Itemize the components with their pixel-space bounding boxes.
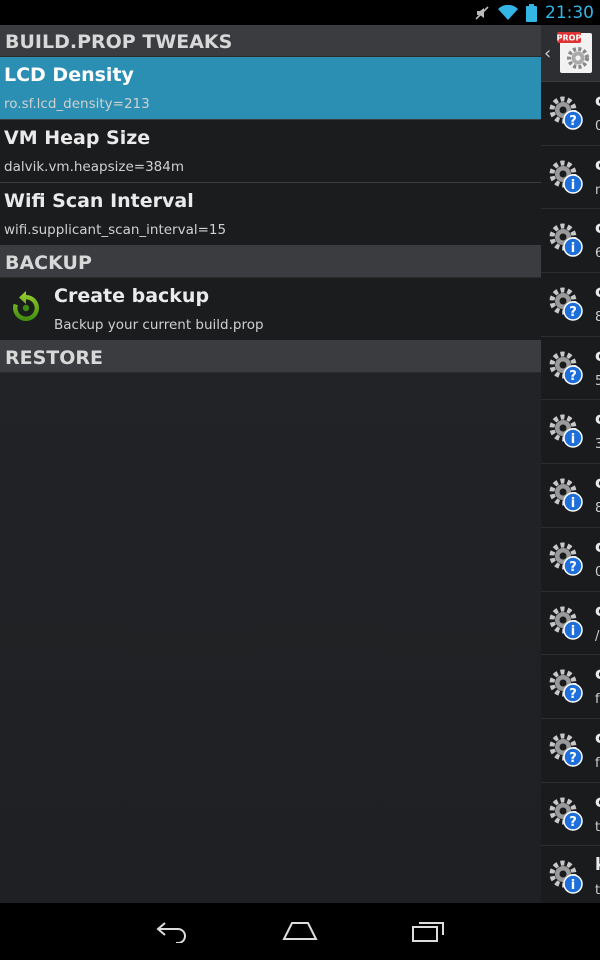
list-item-wifi-scan-interval[interactable]: Wifi Scan Interval wifi.supplicant_scan_… [0, 183, 541, 246]
item-title: Wifi Scan Interval [4, 190, 194, 212]
item-title: VM Heap Size [4, 127, 151, 149]
list-item[interactable]: i kt [541, 846, 600, 910]
svg-text:?: ? [569, 687, 577, 702]
status-bar: 21:30 [0, 0, 600, 25]
prop-gear-icon[interactable]: PROP [557, 30, 595, 79]
gear-info-icon: i [549, 222, 583, 263]
status-time: 21:30 [545, 2, 594, 23]
svg-text:?: ? [569, 114, 577, 129]
row-title: c [595, 409, 600, 429]
gear-info-icon: i [549, 159, 583, 200]
row-title: c [595, 218, 600, 238]
row-title: c [595, 601, 600, 621]
item-subtitle: wifi.supplicant_scan_interval=15 [4, 222, 227, 238]
row-title: c [595, 537, 600, 557]
row-subtitle: 6 [595, 246, 600, 262]
section-header-backup: BACKUP [0, 246, 541, 278]
row-subtitle: t [595, 819, 600, 835]
gear-question-icon: ? [549, 796, 583, 837]
home-icon[interactable] [282, 919, 318, 948]
no-sound-icon [474, 5, 490, 21]
list-item[interactable]: i c / [541, 591, 600, 656]
section-header-build-prop-tweaks: BUILD.PROP TWEAKS [0, 25, 541, 57]
list-item[interactable]: ? cf [541, 718, 600, 783]
recents-icon[interactable] [411, 919, 445, 948]
list-item[interactable]: ? c 8 [541, 273, 600, 337]
battery-icon [526, 3, 537, 22]
row-subtitle: 8 [595, 501, 600, 517]
list-item[interactable]: i c 3 [541, 400, 600, 465]
list-item[interactable]: ? cf [541, 655, 600, 719]
gear-info-icon: i [549, 605, 583, 646]
row-title: c [595, 792, 600, 812]
row-subtitle: f [595, 755, 600, 771]
list-item[interactable]: ? c 5 [541, 336, 600, 401]
item-subtitle: dalvik.vm.heapsize=384m [4, 159, 184, 175]
gear-question-icon: ? [549, 286, 583, 327]
row-title: c [595, 155, 600, 175]
svg-text:?: ? [569, 369, 577, 384]
row-title: c [595, 346, 600, 366]
row-subtitle: t [595, 883, 600, 899]
gear-info-icon: i [549, 859, 583, 900]
list-item[interactable]: i c 8 [541, 464, 600, 528]
gear-question-icon: ? [549, 668, 583, 709]
row-title: c [595, 664, 600, 684]
svg-text:i: i [571, 878, 575, 893]
row-title: c [595, 473, 600, 493]
svg-text:i: i [571, 432, 575, 447]
row-subtitle: f [595, 692, 600, 708]
list-item-create-backup[interactable]: Create backup Backup your current build.… [0, 278, 541, 341]
gear-question-icon: ? [549, 350, 583, 391]
gear-info-icon: i [549, 477, 583, 518]
svg-text:i: i [571, 178, 575, 193]
row-title: k [595, 855, 600, 875]
list-item-vm-heap-size[interactable]: VM Heap Size dalvik.vm.heapsize=384m [0, 120, 541, 183]
list-item-lcd-density[interactable]: LCD Density ro.sf.lcd_density=213 [0, 57, 541, 120]
svg-text:i: i [571, 496, 575, 511]
settings-drawer: BUILD.PROP TWEAKS LCD Density ro.sf.lcd_… [0, 25, 541, 903]
list-item[interactable]: i cn [541, 145, 600, 210]
svg-text:?: ? [569, 815, 577, 830]
row-title: c [595, 91, 600, 111]
list-item[interactable]: i c 6 [541, 209, 600, 274]
svg-text:?: ? [569, 560, 577, 575]
item-title: LCD Density [4, 64, 134, 86]
row-title: c [595, 282, 600, 302]
gear-question-icon: ? [549, 732, 583, 773]
item-subtitle: Backup your current build.prop [54, 317, 264, 333]
gear-question-icon: ? [549, 541, 583, 582]
action-bar[interactable]: ‹ PROP [541, 25, 600, 82]
row-title: c [595, 728, 600, 748]
section-header-restore: RESTORE [0, 341, 541, 373]
svg-text:?: ? [569, 751, 577, 766]
item-subtitle: ro.sf.lcd_density=213 [4, 96, 150, 112]
svg-text:?: ? [569, 305, 577, 320]
wifi-icon [498, 4, 518, 21]
list-item[interactable]: ? c 0 [541, 527, 600, 592]
svg-text:i: i [571, 624, 575, 639]
svg-text:PROP: PROP [557, 34, 581, 43]
row-subtitle: 0 [595, 119, 600, 134]
gear-question-icon: ? [549, 95, 583, 136]
backup-refresh-icon [10, 290, 42, 327]
list-item[interactable]: ? ct [541, 782, 600, 847]
item-title: Create backup [54, 285, 210, 307]
row-subtitle: 3 [595, 437, 600, 453]
back-icon[interactable] [155, 919, 189, 948]
main-list-peek: ‹ PROP ?c0icnic6?c8?c5ic3ic8?c0ic/?cf?cf… [541, 25, 600, 910]
chevron-left-icon[interactable]: ‹ [544, 43, 551, 64]
svg-text:i: i [571, 241, 575, 256]
row-subtitle: 0 [595, 564, 600, 580]
gear-info-icon: i [549, 413, 583, 454]
row-subtitle: / [595, 628, 600, 644]
row-subtitle: n [595, 182, 600, 198]
row-subtitle: 5 [595, 373, 600, 389]
row-subtitle: 8 [595, 310, 600, 326]
list-item[interactable]: ? c 0 [541, 82, 600, 146]
navigation-bar [0, 903, 600, 960]
